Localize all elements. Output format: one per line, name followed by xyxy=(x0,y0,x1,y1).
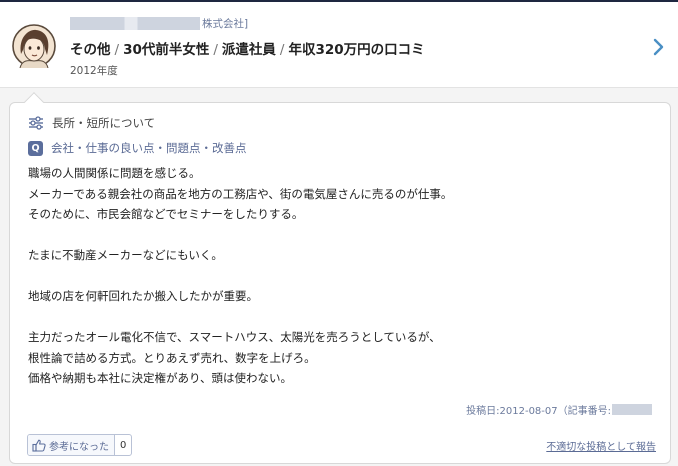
article-number-redacted xyxy=(612,403,652,415)
thumbs-up-icon xyxy=(32,439,46,452)
review-line: たまに不動産メーカーなどにもいく。 xyxy=(28,248,223,262)
post-date: 投稿日:2012-08-07（記事番号: xyxy=(466,405,611,417)
category-label: 長所・短所について xyxy=(52,116,156,130)
title-separator: / xyxy=(279,42,285,58)
company-suffix: 株式会社] xyxy=(202,17,249,30)
question-badge: Q xyxy=(28,140,43,156)
helpful-label: 参考になった xyxy=(49,441,109,453)
review-page: 株式会社] その他/30代前半女性 / 派遣社員 / 年収320万円の口コミ 2012年… xyxy=(0,0,678,466)
review-line: そのために、市民会館などでセミナーをしたりする。 xyxy=(28,207,304,221)
review-body: 職場の人間関係に問題を感じる。 メーカーである親会社の商品を地方の工務店や、街の… xyxy=(28,163,658,389)
review-line: 職場の人間関係に問題を感じる。 xyxy=(28,166,201,180)
company-name[interactable]: 株式会社] xyxy=(70,15,248,31)
review-line: 主力だったオール電化不信で、スマートハウス、太陽光を売ろうとしているが、 xyxy=(28,330,441,344)
review-header[interactable]: 株式会社] その他/30代前半女性 / 派遣社員 / 年収320万円の口コミ 2012年… xyxy=(0,0,678,88)
helpful-button-main[interactable]: 参考になった xyxy=(28,435,115,455)
review-line: 根性論で詰める方式。とりあえず売れ、数字を上げろ。 xyxy=(28,350,316,365)
review-line: 価格や納期も本社に決定権があり、頭は使わない。 xyxy=(28,371,293,385)
title-demographic: 30代前半女性 xyxy=(123,42,210,58)
review-category: 長所・短所について xyxy=(28,114,155,132)
avatar-female-icon xyxy=(12,24,56,68)
company-name-redacted xyxy=(70,16,200,30)
review-title: その他/30代前半女性 / 派遣社員 / 年収320万円の口コミ xyxy=(70,38,425,58)
title-salary: 年収320万円の口コミ xyxy=(288,42,425,58)
helpful-button[interactable]: 参考になった 0 xyxy=(27,434,133,456)
review-line: 地域の店を何軒回れたか搬入したかが重要。 xyxy=(28,289,258,303)
sliders-icon xyxy=(29,116,43,130)
review-line: メーカーである親会社の商品を地方の工務店や、街の電気屋さんに売るのが仕事。 xyxy=(28,186,453,201)
report-link[interactable]: 不適切な投稿として報告 xyxy=(546,438,656,453)
review-question: Q 会社・仕事の良い点・問題点・改善点 xyxy=(28,139,247,157)
post-meta: 投稿日:2012-08-07（記事番号: xyxy=(466,402,652,417)
review-year: 2012年度 xyxy=(70,65,118,77)
helpful-count: 0 xyxy=(120,439,127,451)
title-separator: / xyxy=(114,42,120,58)
title-category: その他 xyxy=(70,42,111,58)
chevron-right-icon[interactable] xyxy=(652,38,666,56)
question-text: 会社・仕事の良い点・問題点・改善点 xyxy=(51,141,247,155)
title-separator: / xyxy=(213,42,218,58)
title-employment: 派遣社員 xyxy=(221,42,276,58)
